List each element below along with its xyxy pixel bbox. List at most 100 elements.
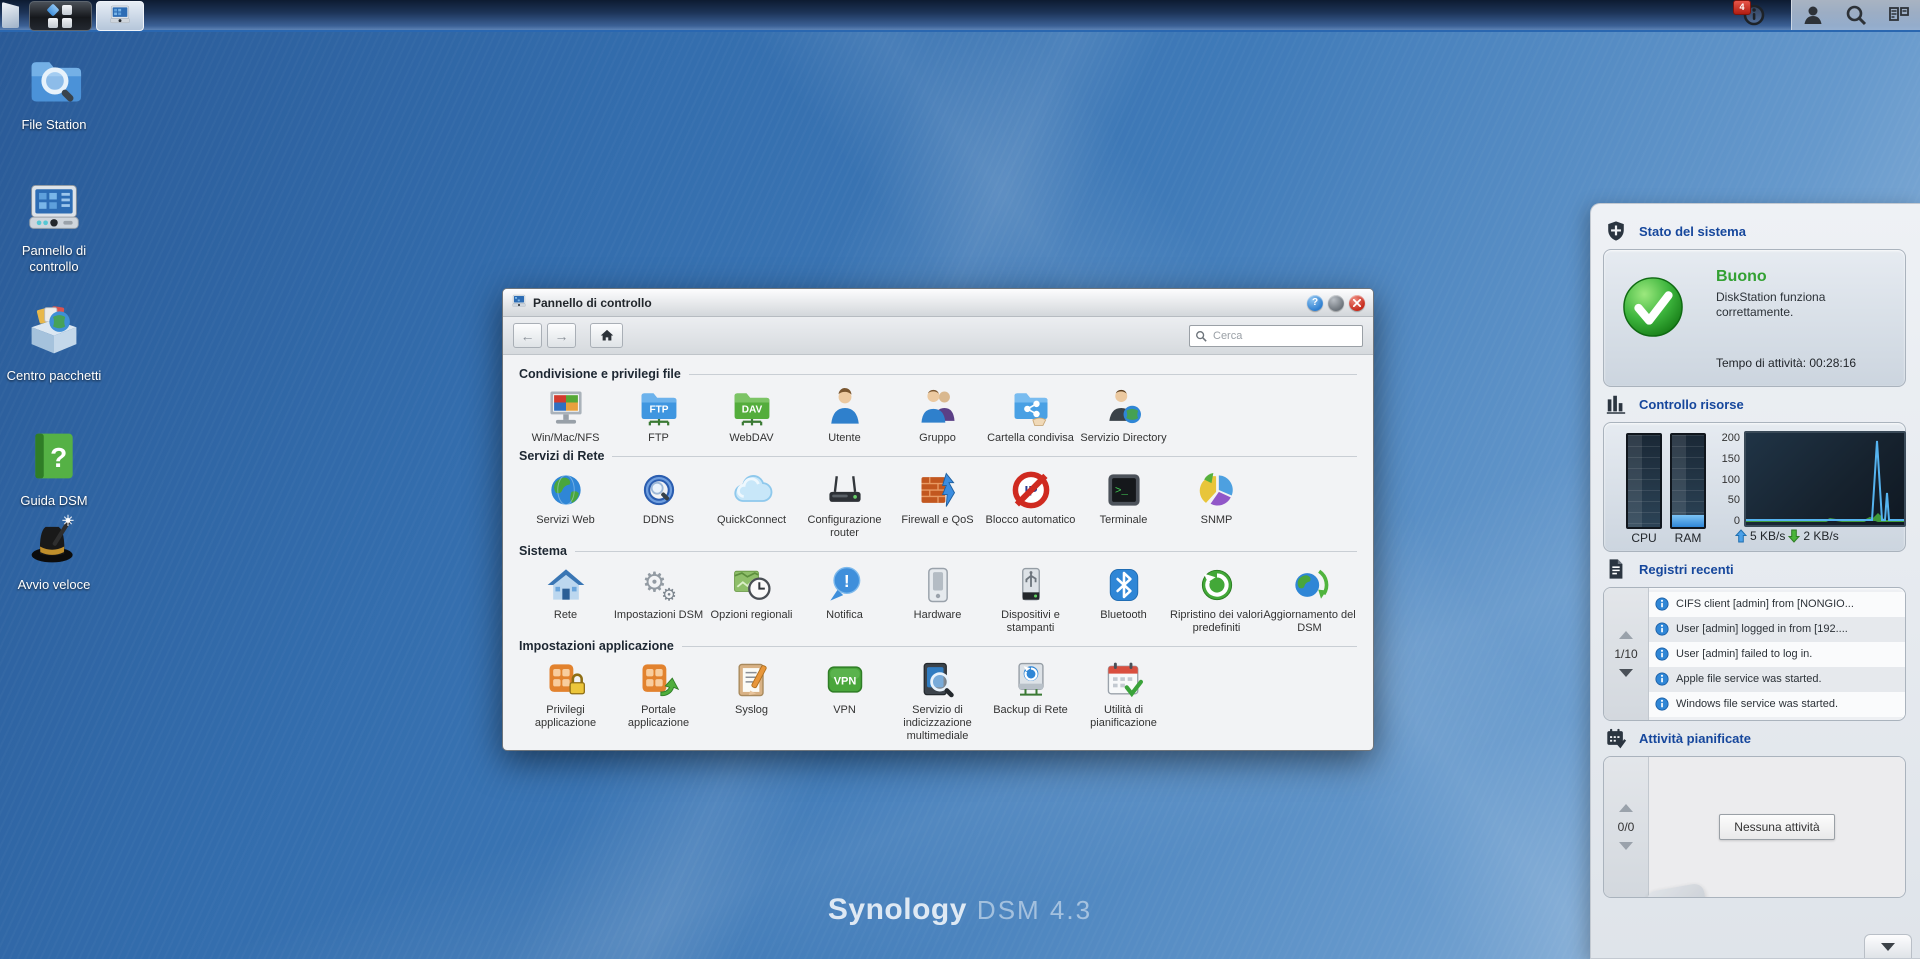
panel-collapse-tab[interactable] [1864,934,1912,958]
vpn-icon: VPN [823,658,867,702]
app-task-scheduler[interactable]: Utilità di pianificazione [1077,655,1170,743]
dsm-help-icon: ? [26,428,82,489]
app-snmp[interactable]: SNMP [1170,465,1263,540]
app-router-config[interactable]: Configurazione router [798,465,891,540]
resource-monitor-box: CPURAM 200150100500 5 KB/s 2 KB/s [1603,422,1906,552]
app-label: Gruppo [919,432,956,445]
info-icon [1655,622,1669,636]
app-notification[interactable]: !Notifica [798,560,891,635]
app-auto-block[interactable]: IPBlocco automatico [984,465,1077,540]
tasks-pager-up[interactable] [1619,804,1633,812]
desktop-icon-label: File Station [21,117,86,133]
tasks-pager-down[interactable] [1619,842,1633,850]
app-label: VPN [833,704,856,717]
window-titlebar[interactable]: Pannello di controllo ? [503,289,1373,317]
app-media-index[interactable]: Servizio di indicizzazione multimediale [891,655,984,743]
app-shared-folder[interactable]: Cartella condivisa [984,383,1077,445]
app-group[interactable]: Gruppo [891,383,984,445]
section-apps: Rete⚙⚙Impostazioni DSMOpzioni regionali!… [519,560,1357,635]
chevron-down-icon [1881,943,1895,951]
desktop-icon-label: Guida DSM [20,493,87,509]
app-dsm-settings[interactable]: ⚙⚙Impostazioni DSM [612,560,705,635]
app-ftp[interactable]: FTPFTP [612,383,705,445]
pilot-view-icon[interactable] [1887,3,1911,27]
user-icon[interactable] [1801,3,1825,27]
app-label: DDNS [643,514,674,527]
scheduled-tasks-header: Attività pianificate [1605,727,1906,749]
back-button[interactable]: ← [513,323,542,348]
upload-speed: 5 KB/s [1750,529,1785,543]
app-win-mac-nfs[interactable]: Win/Mac/NFS [519,383,612,445]
log-entry[interactable]: Apple file service was started. [1649,667,1905,692]
app-web-services[interactable]: Servizi Web [519,465,612,540]
user-icon [823,386,867,430]
quickconnect-icon [730,468,774,512]
close-button[interactable] [1349,295,1365,311]
app-terminal[interactable]: >_Terminale [1077,465,1170,540]
log-entry[interactable]: CIFS client [admin] from [NONGIO... [1649,592,1905,617]
svg-text:!: ! [843,571,849,591]
window-title-icon [511,293,527,313]
app-network-backup[interactable]: Backup di Rete [984,655,1077,743]
main-menu-button[interactable] [29,1,92,31]
taskbar-control-panel-button[interactable] [96,1,144,31]
app-network[interactable]: Rete [519,560,612,635]
app-label: Dispositivi e stampanti [984,609,1077,635]
restore-defaults-icon [1195,563,1239,607]
app-vpn[interactable]: VPN VPN [798,655,891,743]
app-label: Firewall e QoS [901,514,973,527]
app-syslog[interactable]: Syslog [705,655,798,743]
home-button[interactable] [590,323,623,348]
desktop-icon-dsm-help[interactable]: ? Guida DSM [6,428,102,509]
help-button[interactable]: ? [1307,295,1323,311]
section-apps: Win/Mac/NFSFTPFTPDAVWebDAVUtente Gruppo Ca… [519,383,1357,445]
notifications-button[interactable]: 4 [1742,3,1768,27]
minimize-button[interactable] [1328,295,1344,311]
app-ddns[interactable]: DDNS [612,465,705,540]
app-hardware[interactable]: Hardware [891,560,984,635]
search-icon[interactable] [1844,3,1868,27]
auto-block-icon: IP [1009,468,1053,512]
taskbar: 4 [0,0,1920,32]
app-label: Syslog [735,704,768,717]
desktop-icon-quick-start[interactable]: Avvio veloce [6,512,102,593]
svg-text:>_: >_ [1114,486,1128,498]
show-desktop-button[interactable] [2,2,19,28]
log-entry[interactable]: Windows file service was started. [1649,692,1905,717]
status-ok-icon [1622,276,1684,338]
app-dsm-update[interactable]: Aggiornamento del DSM [1263,560,1356,635]
search-box[interactable] [1189,325,1363,347]
info-icon [1655,647,1669,661]
app-quickconnect[interactable]: QuickConnect [705,465,798,540]
widget-title: Stato del sistema [1639,224,1746,239]
app-user[interactable]: Utente [798,383,891,445]
app-devices-printers[interactable]: Dispositivi e stampanti [984,560,1077,635]
logs-pager-up[interactable] [1619,631,1633,639]
section-header: Sistema [519,544,1357,558]
snmp-icon [1195,468,1239,512]
app-firewall[interactable]: Firewall e QoS [891,465,984,540]
resource-monitor-header: Controllo risorse [1605,393,1906,415]
desktop-icon-control-panel[interactable]: Pannello di controllo [6,178,102,275]
regional-icon [730,563,774,607]
desktop-icon-file-station[interactable]: File Station [6,52,102,133]
search-input[interactable] [1211,329,1357,343]
app-label: Ripristino dei valori predefiniti [1170,609,1263,635]
bluetooth-icon [1102,563,1146,607]
win-mac-nfs-icon [544,386,588,430]
logs-pager-down[interactable] [1619,669,1633,677]
app-restore-defaults[interactable]: Ripristino dei valori predefiniti [1170,560,1263,635]
app-app-privileges[interactable]: Privilegi applicazione [519,655,612,743]
log-entry[interactable]: User [admin] failed to log in. [1649,642,1905,667]
app-app-portal[interactable]: Portale applicazione [612,655,705,743]
forward-button[interactable]: → [547,323,576,348]
app-bluetooth[interactable]: Bluetooth [1077,560,1170,635]
dsm-watermark: SynologyDSM 4.3 [828,893,1092,927]
app-regional[interactable]: Opzioni regionali [705,560,798,635]
app-directory-service[interactable]: Servizio Directory [1077,383,1170,445]
app-webdav[interactable]: DAVWebDAV [705,383,798,445]
hardware-icon [916,563,960,607]
desktop-icon-package-center[interactable]: Centro pacchetti [6,303,102,384]
log-entry[interactable]: User [admin] logged in from [192.... [1649,617,1905,642]
app-label: Servizio di indicizzazione multimediale [891,704,984,743]
